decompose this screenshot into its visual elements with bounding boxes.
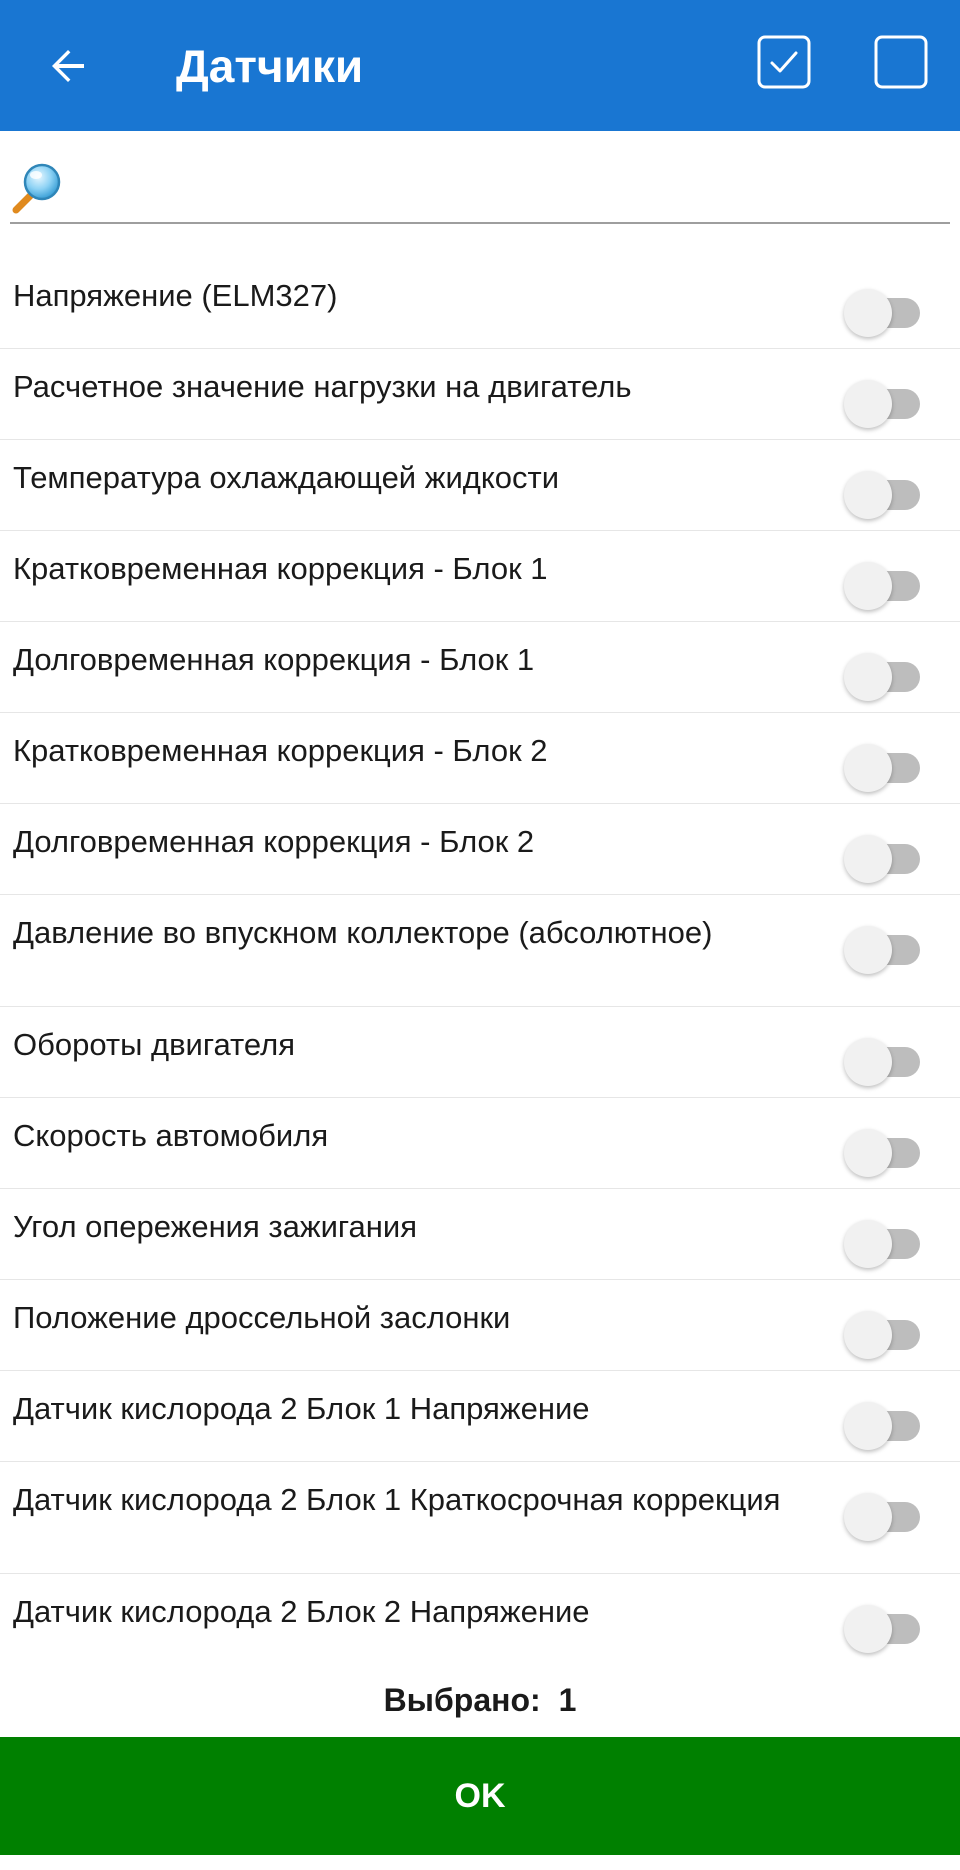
sensor-list: Напряжение (ELM327) Расчетное значение на… — [0, 258, 960, 1665]
sensor-row[interactable]: Расчетное значение нагрузки на двигатель — [0, 349, 960, 440]
sensor-toggle[interactable] — [844, 1031, 924, 1086]
sensor-toggle[interactable] — [844, 828, 924, 883]
toggle-thumb — [844, 471, 892, 519]
sensor-row[interactable]: Датчик кислорода 2 Блок 2 Напряжение — [0, 1574, 960, 1665]
sensor-row[interactable]: Напряжение (ELM327) — [0, 258, 960, 349]
sensor-toggle[interactable] — [844, 1395, 924, 1450]
arrow-back-icon — [52, 50, 84, 82]
sensor-label: Обороты двигателя — [13, 1027, 295, 1062]
search-input[interactable] — [80, 162, 944, 214]
toggle-thumb — [844, 653, 892, 701]
sensor-row[interactable]: Кратковременная коррекция - Блок 1 — [0, 531, 960, 622]
sensor-toggle[interactable] — [844, 646, 924, 701]
toggle-thumb — [844, 380, 892, 428]
toggle-thumb — [844, 1038, 892, 1086]
toggle-thumb — [844, 1129, 892, 1177]
app-bar: Датчики — [0, 0, 960, 131]
sensors-screen: Датчики Напряжение (ELM327) Расчетное зн… — [0, 0, 960, 1870]
sensor-toggle[interactable] — [844, 1598, 924, 1653]
sensor-toggle[interactable] — [844, 464, 924, 519]
sensor-toggle[interactable] — [844, 737, 924, 792]
sensor-label: Скорость автомобиля — [13, 1118, 329, 1153]
sensor-toggle[interactable] — [844, 919, 924, 974]
toggle-thumb — [844, 744, 892, 792]
selected-count: Выбрано: 1 — [0, 1680, 960, 1720]
search-bar — [10, 156, 950, 224]
sensor-row[interactable]: Скорость автомобиля — [0, 1098, 960, 1189]
sensor-row[interactable]: Долговременная коррекция - Блок 1 — [0, 622, 960, 713]
sensor-toggle[interactable] — [844, 1486, 924, 1541]
sensor-label: Кратковременная коррекция - Блок 1 — [13, 551, 548, 586]
sensor-toggle[interactable] — [844, 555, 924, 610]
sensor-row[interactable]: Кратковременная коррекция - Блок 2 — [0, 713, 960, 804]
sensor-label: Положение дроссельной заслонки — [13, 1300, 511, 1335]
sensor-row[interactable]: Долговременная коррекция - Блок 2 — [0, 804, 960, 895]
deselect-all-button[interactable] — [873, 34, 929, 90]
select-all-button[interactable] — [756, 34, 812, 90]
sensor-label: Датчик кислорода 2 Блок 1 Напряжение — [13, 1391, 590, 1426]
sensor-toggle[interactable] — [844, 1304, 924, 1359]
sensor-toggle[interactable] — [844, 1122, 924, 1177]
selected-count-label: Выбрано: — [383, 1682, 541, 1718]
selected-count-value: 1 — [558, 1682, 577, 1718]
sensor-label: Давление во впускном коллекторе (абсолют… — [13, 915, 713, 950]
checkbox-empty-icon — [874, 35, 928, 89]
sensor-toggle[interactable] — [844, 373, 924, 428]
toggle-thumb — [844, 1493, 892, 1541]
sensor-label: Датчик кислорода 2 Блок 1 Краткосрочная … — [13, 1482, 781, 1517]
sensor-row[interactable]: Угол опережения зажигания — [0, 1189, 960, 1280]
toggle-thumb — [844, 1605, 892, 1653]
toggle-thumb — [844, 289, 892, 337]
toggle-thumb — [844, 1311, 892, 1359]
sensor-row[interactable]: Датчик кислорода 2 Блок 1 Краткосрочная … — [0, 1462, 960, 1574]
toggle-thumb — [844, 1220, 892, 1268]
ok-button[interactable]: OK — [0, 1737, 960, 1855]
sensor-label: Напряжение (ELM327) — [13, 278, 338, 313]
toggle-thumb — [844, 562, 892, 610]
back-button[interactable] — [28, 26, 108, 106]
sensor-label: Долговременная коррекция - Блок 2 — [13, 824, 535, 859]
page-title: Датчики — [176, 40, 364, 92]
toggle-thumb — [844, 926, 892, 974]
toggle-thumb — [844, 1402, 892, 1450]
magnifier-icon — [12, 163, 61, 214]
sensor-label: Датчик кислорода 2 Блок 2 Напряжение — [13, 1594, 590, 1629]
sensor-row[interactable]: Обороты двигателя — [0, 1007, 960, 1098]
sensor-row[interactable]: Температура охлаждающей жидкости — [0, 440, 960, 531]
sensor-label: Температура охлаждающей жидкости — [13, 460, 560, 495]
sensor-label: Угол опережения зажигания — [13, 1209, 417, 1244]
toggle-thumb — [844, 835, 892, 883]
sensor-toggle[interactable] — [844, 1213, 924, 1268]
sensor-label: Расчетное значение нагрузки на двигатель — [13, 369, 632, 404]
sensor-label: Долговременная коррекция - Блок 1 — [13, 642, 535, 677]
sensor-row[interactable]: Давление во впускном коллекторе (абсолют… — [0, 895, 960, 1007]
sensor-row[interactable]: Датчик кислорода 2 Блок 1 Напряжение — [0, 1371, 960, 1462]
sensor-toggle[interactable] — [844, 282, 924, 337]
sensor-label: Кратковременная коррекция - Блок 2 — [13, 733, 548, 768]
checkbox-checked-icon — [757, 35, 811, 89]
sensor-row[interactable]: Положение дроссельной заслонки — [0, 1280, 960, 1371]
